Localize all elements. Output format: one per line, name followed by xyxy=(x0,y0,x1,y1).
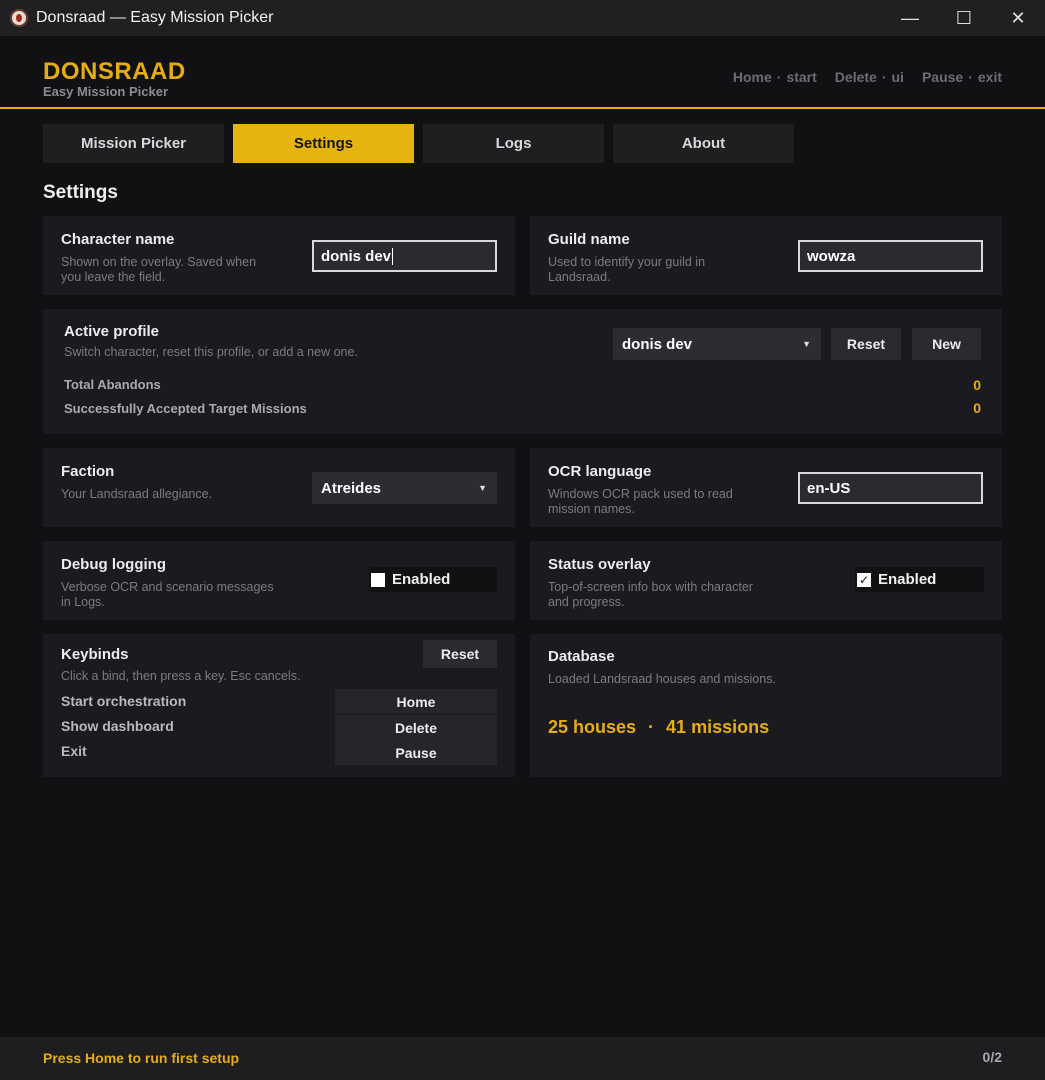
minimize-button[interactable]: — xyxy=(883,0,937,36)
checkbox-unchecked-icon xyxy=(371,572,385,587)
close-button[interactable]: ✕ xyxy=(991,0,1045,36)
debug-logging-title: Debug logging xyxy=(61,556,166,573)
ocr-language-card: OCR language Windows OCR pack used to re… xyxy=(530,448,1002,527)
status-overlay-checkbox[interactable]: ✓ Enabled xyxy=(855,567,984,592)
tab-settings[interactable]: Settings xyxy=(233,124,414,163)
active-profile-desc: Switch character, reset this profile, or… xyxy=(64,345,358,359)
debug-logging-toggle-label: Enabled xyxy=(392,571,451,588)
character-name-title: Character name xyxy=(61,231,175,248)
hotkey-hint-exit: Pause · exit xyxy=(921,69,1002,85)
checkbox-checked-icon: ✓ xyxy=(857,572,871,587)
keybind-dashboard-button[interactable]: Delete xyxy=(335,715,497,740)
guild-name-input[interactable]: wowza xyxy=(798,240,983,272)
faction-desc: Your Landsraad allegiance. xyxy=(61,487,213,501)
ocr-language-input[interactable]: en-US xyxy=(798,472,983,504)
keybind-label-dashboard: Show dashboard xyxy=(61,718,174,734)
status-message: Press Home to run first setup xyxy=(43,1050,240,1066)
maximize-button[interactable]: ☐ xyxy=(937,0,991,36)
status-overlay-card: Status overlay Top-of-screen info box wi… xyxy=(530,541,1002,620)
window-title: Donsraad — Easy Mission Picker xyxy=(36,9,274,26)
page-title: Settings xyxy=(43,182,118,203)
stat-accepted-missions-label: Successfully Accepted Target Missions xyxy=(64,401,307,416)
debug-logging-card: Debug logging Verbose OCR and scenario m… xyxy=(43,541,515,620)
stat-total-abandons-label: Total Abandons xyxy=(64,377,161,392)
reset-profile-button[interactable]: Reset xyxy=(831,328,901,360)
character-name-desc: Shown on the overlay. Saved when you lea… xyxy=(61,255,257,284)
keybinds-card: Keybinds Click a bind, then press a key.… xyxy=(43,634,515,777)
character-name-input[interactable]: donis dev xyxy=(312,240,497,272)
database-card: Database Loaded Landsraad houses and mis… xyxy=(530,634,1002,777)
brand-title: DONSRAAD xyxy=(43,58,186,85)
database-houses-count: 25 houses xyxy=(548,717,637,737)
tab-logs[interactable]: Logs xyxy=(423,124,604,163)
status-count: 0/2 xyxy=(982,1049,1002,1065)
reset-keybinds-button[interactable]: Reset xyxy=(423,640,497,668)
debug-logging-checkbox[interactable]: Enabled xyxy=(369,567,497,592)
window-titlebar[interactable]: Donsraad — Easy Mission Picker — ☐ ✕ xyxy=(0,0,1045,36)
app-header: DONSRAAD Easy Mission Picker Home · start … xyxy=(0,36,1045,109)
guild-name-desc: Used to identify your guild in Landsraad… xyxy=(548,255,706,284)
active-profile-title: Active profile xyxy=(64,323,160,340)
ocr-language-desc: Windows OCR pack used to read mission na… xyxy=(548,487,733,516)
debug-logging-desc: Verbose OCR and scenario messages in Log… xyxy=(61,580,274,609)
keybind-label-start: Start orchestration xyxy=(61,693,187,709)
database-stats-separator: · xyxy=(648,717,655,737)
new-profile-button[interactable]: New xyxy=(912,328,981,360)
guild-name-title: Guild name xyxy=(548,231,630,248)
text-caret xyxy=(392,247,394,265)
ocr-language-title: OCR language xyxy=(548,463,652,480)
status-overlay-desc: Top-of-screen info box with character an… xyxy=(548,580,753,609)
hotkey-hint-start: Home · start xyxy=(732,69,817,85)
app-logo-icon xyxy=(10,9,28,27)
active-profile-card: Active profile Switch character, reset t… xyxy=(43,309,1002,434)
profile-select[interactable]: donis dev ▼ xyxy=(613,328,821,360)
tab-bar: Mission Picker Settings Logs About xyxy=(43,124,794,163)
hotkey-hint-ui: Delete · ui xyxy=(834,69,904,85)
faction-card: Faction Your Landsraad allegiance. Atrei… xyxy=(43,448,515,527)
keybinds-desc: Click a bind, then press a key. Esc canc… xyxy=(61,669,301,683)
status-overlay-title: Status overlay xyxy=(548,556,651,573)
database-stats: 25 houses · 41 missions xyxy=(548,717,769,738)
keybind-start-button[interactable]: Home xyxy=(335,689,497,714)
chevron-down-icon: ▼ xyxy=(478,483,487,493)
faction-select[interactable]: Atreides ▼ xyxy=(312,472,497,504)
status-overlay-toggle-label: Enabled xyxy=(878,571,937,588)
faction-title: Faction xyxy=(61,463,115,480)
tab-about[interactable]: About xyxy=(613,124,794,163)
guild-name-card: Guild name Used to identify your guild i… xyxy=(530,216,1002,295)
chevron-down-icon: ▼ xyxy=(802,339,811,349)
database-missions-count: 41 missions xyxy=(666,717,770,737)
brand-subtitle: Easy Mission Picker xyxy=(43,84,169,99)
keybind-label-exit: Exit xyxy=(61,743,87,759)
tab-mission-picker[interactable]: Mission Picker xyxy=(43,124,224,163)
database-title: Database xyxy=(548,648,615,665)
stat-accepted-missions-value: 0 xyxy=(973,400,981,416)
keybind-exit-button[interactable]: Pause xyxy=(335,740,497,765)
stat-total-abandons-value: 0 xyxy=(973,377,981,393)
character-name-card: Character name Shown on the overlay. Sav… xyxy=(43,216,515,295)
database-desc: Loaded Landsraad houses and missions. xyxy=(548,672,776,686)
keybinds-title: Keybinds xyxy=(61,646,129,663)
status-bar: Press Home to run first setup 0/2 xyxy=(0,1037,1045,1080)
hotkey-hints: Home · start Delete · ui Pause · exit xyxy=(733,69,1002,85)
window-controls: — ☐ ✕ xyxy=(883,0,1045,36)
